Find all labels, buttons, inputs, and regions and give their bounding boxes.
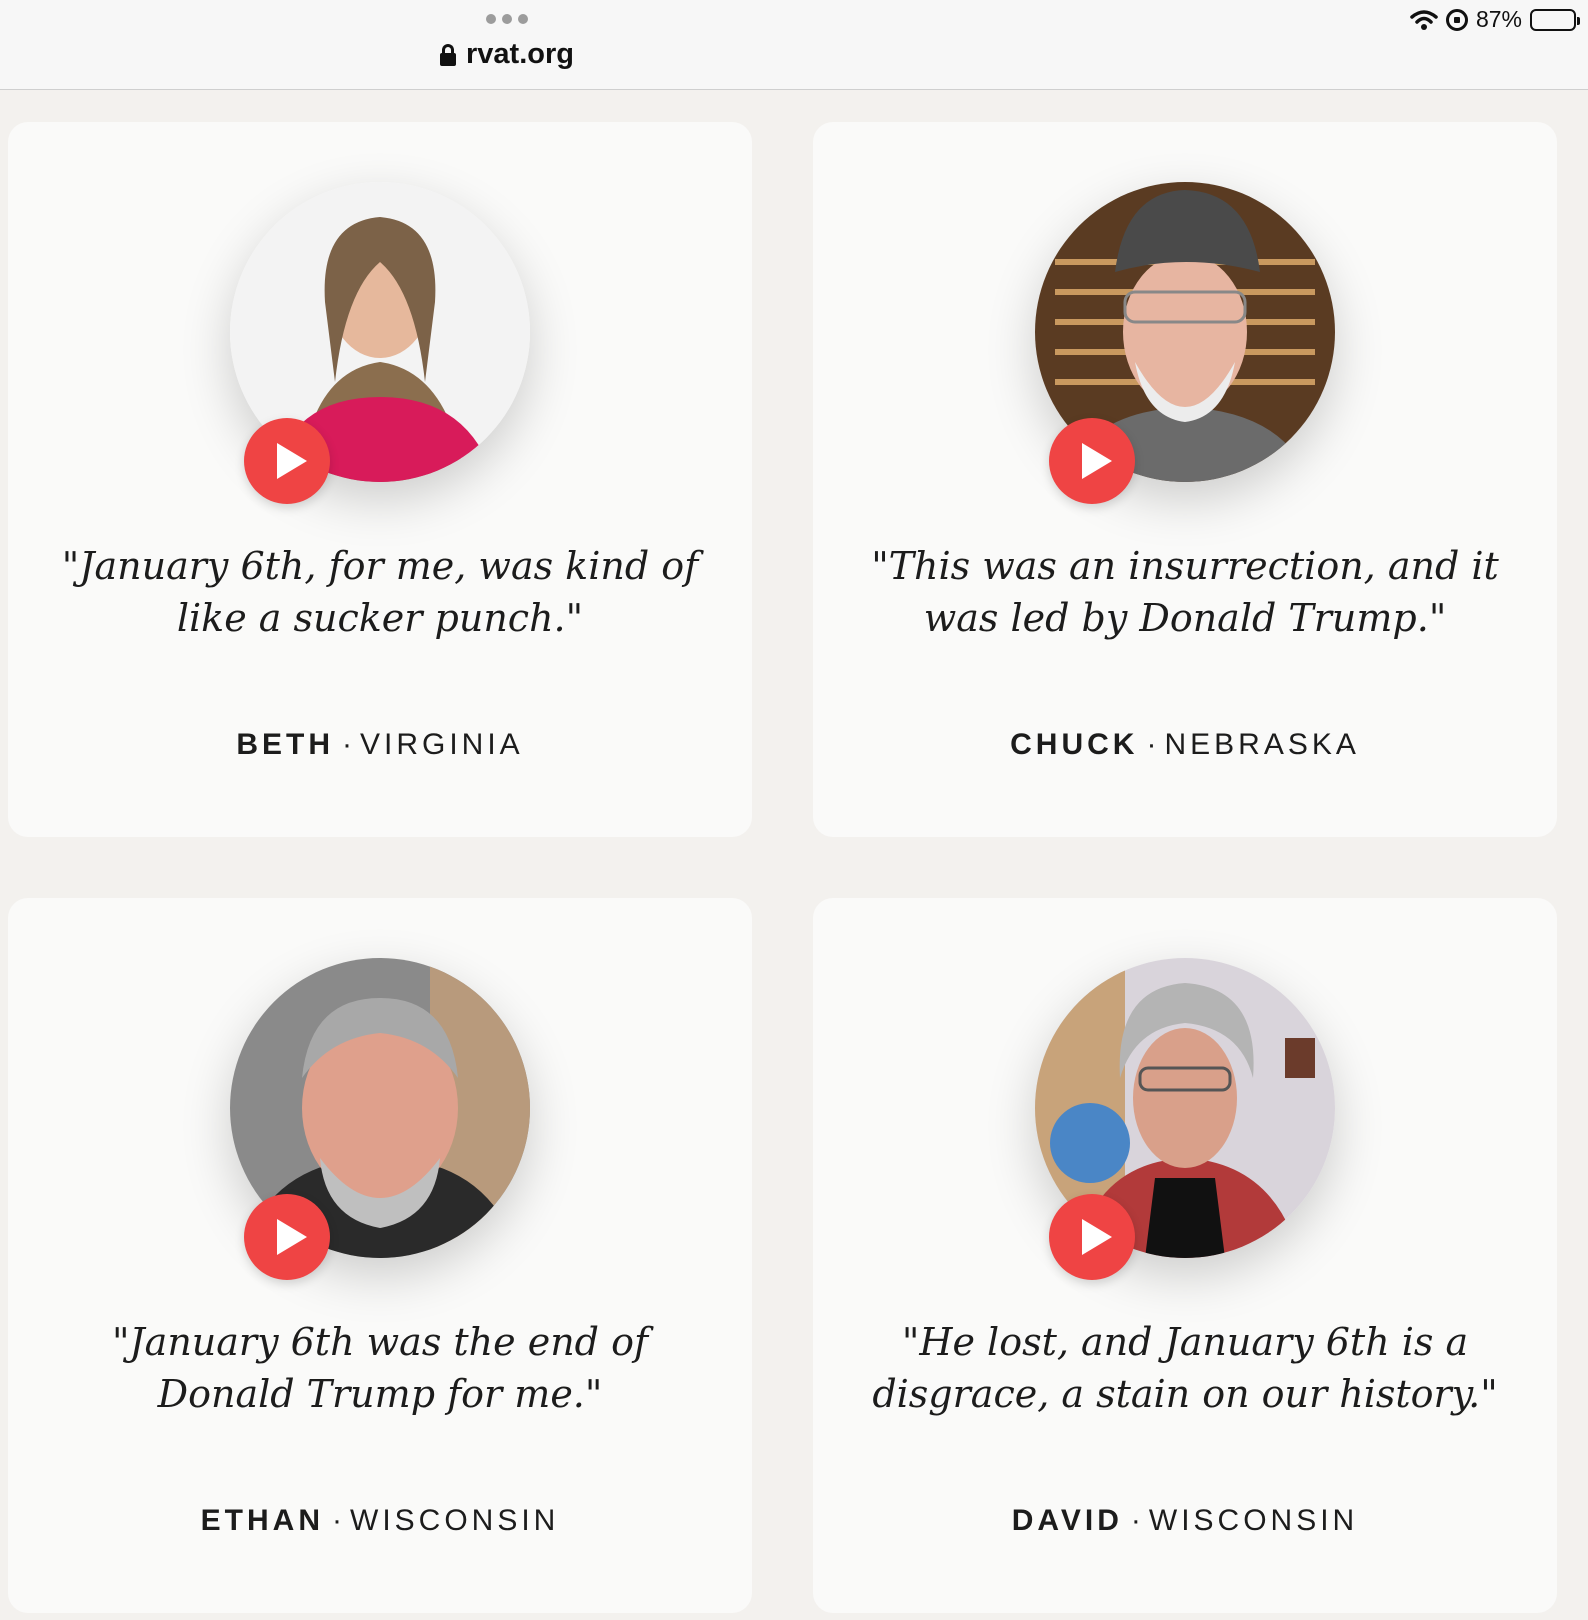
testimonial-quote: "January 6th, for me, was kind of like a… [61,544,699,640]
lock-icon [440,43,456,66]
separator: · [332,1504,342,1537]
testimonial-card: "This was an insurrection, and it was le… [813,122,1557,837]
testimonial-quote: "He lost, and January 6th is a disgrace,… [872,1320,1498,1416]
more-options-icon[interactable] [486,14,528,24]
person-state: NEBRASKA [1164,728,1360,761]
browser-toolbar: rvat.org 87% [0,0,1588,90]
play-button[interactable] [1049,418,1135,504]
person-name: CHUCK [1010,728,1139,761]
person-state: VIRGINIA [359,728,524,761]
person-name: DAVID [1011,1504,1123,1537]
separator: · [341,728,352,761]
attribution: CHUCK · NEBRASKA [813,728,1557,762]
wifi-icon [1410,9,1438,30]
separator: · [1130,1504,1141,1537]
rotation-lock-icon [1445,8,1468,31]
play-button[interactable] [1049,1194,1135,1280]
person-state: WISCONSIN [1148,1504,1359,1537]
testimonial-quote: "January 6th was the end of Donald Trump… [111,1320,649,1416]
separator: · [1146,728,1157,761]
play-button[interactable] [244,418,330,504]
battery-icon [1530,8,1580,31]
play-button[interactable] [244,1194,330,1280]
person-state: WISCONSIN [350,1504,560,1537]
attribution: ETHAN · WISCONSIN [8,1504,752,1538]
testimonial-card: "January 6th was the end of Donald Trump… [8,898,752,1613]
person-name: BETH [236,728,334,761]
status-bar: 87% [1410,6,1580,33]
testimonial-card: "January 6th, for me, was kind of like a… [8,122,752,837]
address-bar[interactable]: rvat.org [440,38,574,71]
attribution: BETH · VIRGINIA [8,728,752,762]
testimonial-quote: "This was an insurrection, and it was le… [871,544,1499,640]
url-text: rvat.org [466,38,574,70]
testimonial-card: "He lost, and January 6th is a disgrace,… [813,898,1557,1613]
attribution: DAVID · WISCONSIN [813,1504,1557,1538]
battery-percent: 87% [1475,6,1522,32]
person-name: ETHAN [200,1504,324,1537]
